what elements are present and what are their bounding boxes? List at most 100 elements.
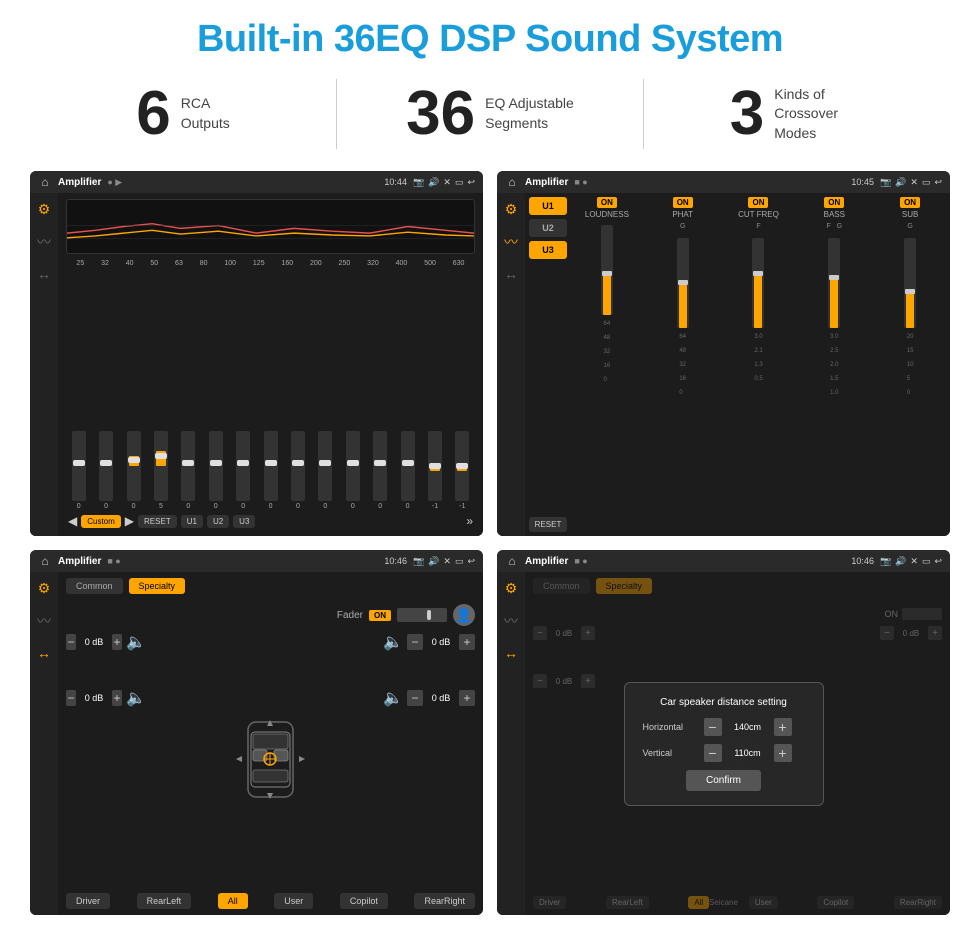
fader-on-badge: ON bbox=[369, 610, 391, 621]
eq-reset-btn[interactable]: RESET bbox=[138, 515, 177, 528]
distance-dialog: Car speaker distance setting Horizontal … bbox=[624, 682, 824, 806]
fader-fl-plus[interactable]: + bbox=[112, 634, 122, 650]
fader-fr-minus[interactable]: − bbox=[407, 634, 423, 650]
profile-icon[interactable]: 👤 bbox=[453, 604, 475, 626]
crossover-icon-1[interactable]: ⚙ bbox=[505, 201, 518, 218]
distance-icon-2[interactable]: 〰 bbox=[504, 611, 518, 631]
fader-driver-btn[interactable]: Driver bbox=[66, 893, 110, 909]
fader-tab-common[interactable]: Common bbox=[66, 578, 123, 594]
time-1: 10:44 bbox=[384, 177, 407, 187]
distance-horizontal-label: Horizontal bbox=[643, 722, 698, 732]
app-title-1: Amplifier bbox=[58, 177, 101, 188]
distance-vertical-label: Vertical bbox=[643, 748, 698, 758]
crossover-icon-3[interactable]: ↔ bbox=[504, 266, 518, 282]
fader-fr-value: 0 dB bbox=[427, 637, 455, 647]
confirm-button[interactable]: Confirm bbox=[686, 770, 761, 791]
status-icons-3: 📷 🔊 ✕ ▭ ↩ bbox=[413, 556, 475, 567]
fader-all-btn[interactable]: All bbox=[218, 893, 248, 909]
channel-sub-slider[interactable] bbox=[904, 238, 916, 328]
fader-icon-3[interactable]: ↔ bbox=[37, 645, 51, 661]
fader-main: Common Specialty Fader ON 👤 bbox=[58, 572, 483, 915]
home-icon-2[interactable]: ⌂ bbox=[505, 175, 519, 189]
distance-horizontal-minus[interactable]: − bbox=[704, 718, 722, 736]
distance-icon-3[interactable]: ↔ bbox=[504, 645, 518, 661]
fader-rr-plus[interactable]: + bbox=[459, 690, 475, 706]
fader-user-btn[interactable]: User bbox=[274, 893, 313, 909]
fader-icon-2[interactable]: 〰 bbox=[37, 611, 51, 631]
fader-rl-plus[interactable]: + bbox=[112, 690, 122, 706]
fader-rl-minus[interactable]: − bbox=[66, 690, 76, 706]
eq-u1-btn[interactable]: U1 bbox=[181, 515, 203, 528]
crossover-u3[interactable]: U3 bbox=[529, 241, 567, 259]
fader-fl-minus[interactable]: − bbox=[66, 634, 76, 650]
channel-sub-on: ON bbox=[900, 197, 920, 208]
fader-tab-specialty[interactable]: Specialty bbox=[129, 578, 186, 594]
eq-prev[interactable]: ◀ bbox=[68, 514, 77, 528]
crossover-u-buttons: U1 U2 U3 RESET bbox=[529, 197, 567, 532]
crossover-u2[interactable]: U2 bbox=[529, 219, 567, 237]
distance-horizontal-plus[interactable]: + bbox=[774, 718, 792, 736]
crossover-reset[interactable]: RESET bbox=[529, 517, 567, 532]
fader-label: Fader bbox=[337, 610, 363, 621]
fader-rearleft-btn[interactable]: RearLeft bbox=[137, 893, 192, 909]
crossover-icon-2[interactable]: 〰 bbox=[504, 232, 518, 252]
eq-slider-0: 0 bbox=[66, 431, 91, 510]
eq-more[interactable]: » bbox=[466, 514, 473, 528]
distance-sidebar: ⚙ 〰 ↔ bbox=[497, 572, 525, 915]
eq-slider-3: 5 bbox=[148, 431, 173, 510]
eq-next[interactable]: ▶ bbox=[125, 514, 134, 528]
stat-text-rca: RCA Outputs bbox=[181, 94, 230, 133]
fader-controls-right: 🔈 − 0 dB + 🔈 − 0 dB + bbox=[395, 632, 475, 887]
eq-slider-7: 0 bbox=[258, 431, 283, 510]
fader-slider-bar[interactable] bbox=[397, 608, 447, 622]
eq-icon-2[interactable]: 〰 bbox=[37, 232, 51, 252]
fader-rearright-btn[interactable]: RearRight bbox=[414, 893, 475, 909]
fader-fr-plus[interactable]: + bbox=[459, 634, 475, 650]
distance-vertical-plus[interactable]: + bbox=[774, 744, 792, 762]
channel-phat-slider[interactable] bbox=[677, 238, 689, 328]
fader-label-row: Fader ON 👤 bbox=[66, 604, 475, 626]
app-title-2: Amplifier bbox=[525, 177, 568, 188]
home-icon-4[interactable]: ⌂ bbox=[505, 554, 519, 568]
fader-copilot-btn[interactable]: Copilot bbox=[340, 893, 388, 909]
fader-icon-1[interactable]: ⚙ bbox=[38, 580, 51, 597]
fader-bottom-bar: Driver RearLeft All User Copilot RearRig… bbox=[66, 887, 475, 909]
fader-tabs: Common Specialty bbox=[66, 578, 475, 594]
fader-screen-content: ⚙ 〰 ↔ Common Specialty Fader ON bbox=[30, 572, 483, 915]
eq-u3-btn[interactable]: U3 bbox=[233, 515, 255, 528]
channel-loudness-on: ON bbox=[597, 197, 617, 208]
eq-custom-btn[interactable]: Custom bbox=[81, 515, 121, 528]
stat-crossover: 3 Kinds of Crossover Modes bbox=[644, 83, 950, 145]
channel-cutfreq-slider[interactable] bbox=[752, 238, 764, 328]
crossover-main: U1 U2 U3 RESET ON LOUDNESS bbox=[525, 193, 950, 536]
car-diagram bbox=[233, 717, 308, 802]
eq-icon-3[interactable]: ↔ bbox=[37, 266, 51, 282]
eq-slider-12: 0 bbox=[395, 431, 420, 510]
stat-text-crossover: Kinds of Crossover Modes bbox=[774, 85, 864, 144]
eq-icon-1[interactable]: ⚙ bbox=[38, 201, 51, 218]
fader-rr-minus[interactable]: − bbox=[407, 690, 423, 706]
crossover-u1[interactable]: U1 bbox=[529, 197, 567, 215]
eq-u2-btn[interactable]: U2 bbox=[207, 515, 229, 528]
distance-vertical-minus[interactable]: − bbox=[704, 744, 722, 762]
eq-slider-14: -1 bbox=[450, 431, 475, 510]
time-2: 10:45 bbox=[851, 177, 874, 187]
stats-row: 6 RCA Outputs 36 EQ Adjustable Segments … bbox=[30, 79, 950, 149]
distance-dialog-title: Car speaker distance setting bbox=[643, 697, 805, 708]
speaker-rl-icon: 🔈 bbox=[126, 688, 146, 708]
home-icon-1[interactable]: ⌂ bbox=[38, 175, 52, 189]
channel-bass-slider[interactable] bbox=[828, 238, 840, 328]
app-title-4: Amplifier bbox=[525, 556, 568, 567]
distance-vertical-row: Vertical − 110cm + bbox=[643, 744, 805, 762]
eq-slider-5: 0 bbox=[203, 431, 228, 510]
distance-icon-1[interactable]: ⚙ bbox=[505, 580, 518, 597]
main-title: Built-in 36EQ DSP Sound System bbox=[197, 18, 783, 61]
eq-slider-10: 0 bbox=[340, 431, 365, 510]
home-icon-3[interactable]: ⌂ bbox=[38, 554, 52, 568]
eq-sliders-container: 0 0 0 bbox=[66, 275, 475, 510]
status-bar-1: ⌂ Amplifier ● ▶ 10:44 📷 🔊 ✕ ▭ ↩ bbox=[30, 171, 483, 193]
eq-freq-labels: 2532 4050 6380 100125 160200 250320 4005… bbox=[66, 260, 475, 267]
eq-slider-9: 0 bbox=[313, 431, 338, 510]
eq-sidebar: ⚙ 〰 ↔ bbox=[30, 193, 58, 536]
channel-loudness-slider[interactable] bbox=[601, 225, 613, 315]
